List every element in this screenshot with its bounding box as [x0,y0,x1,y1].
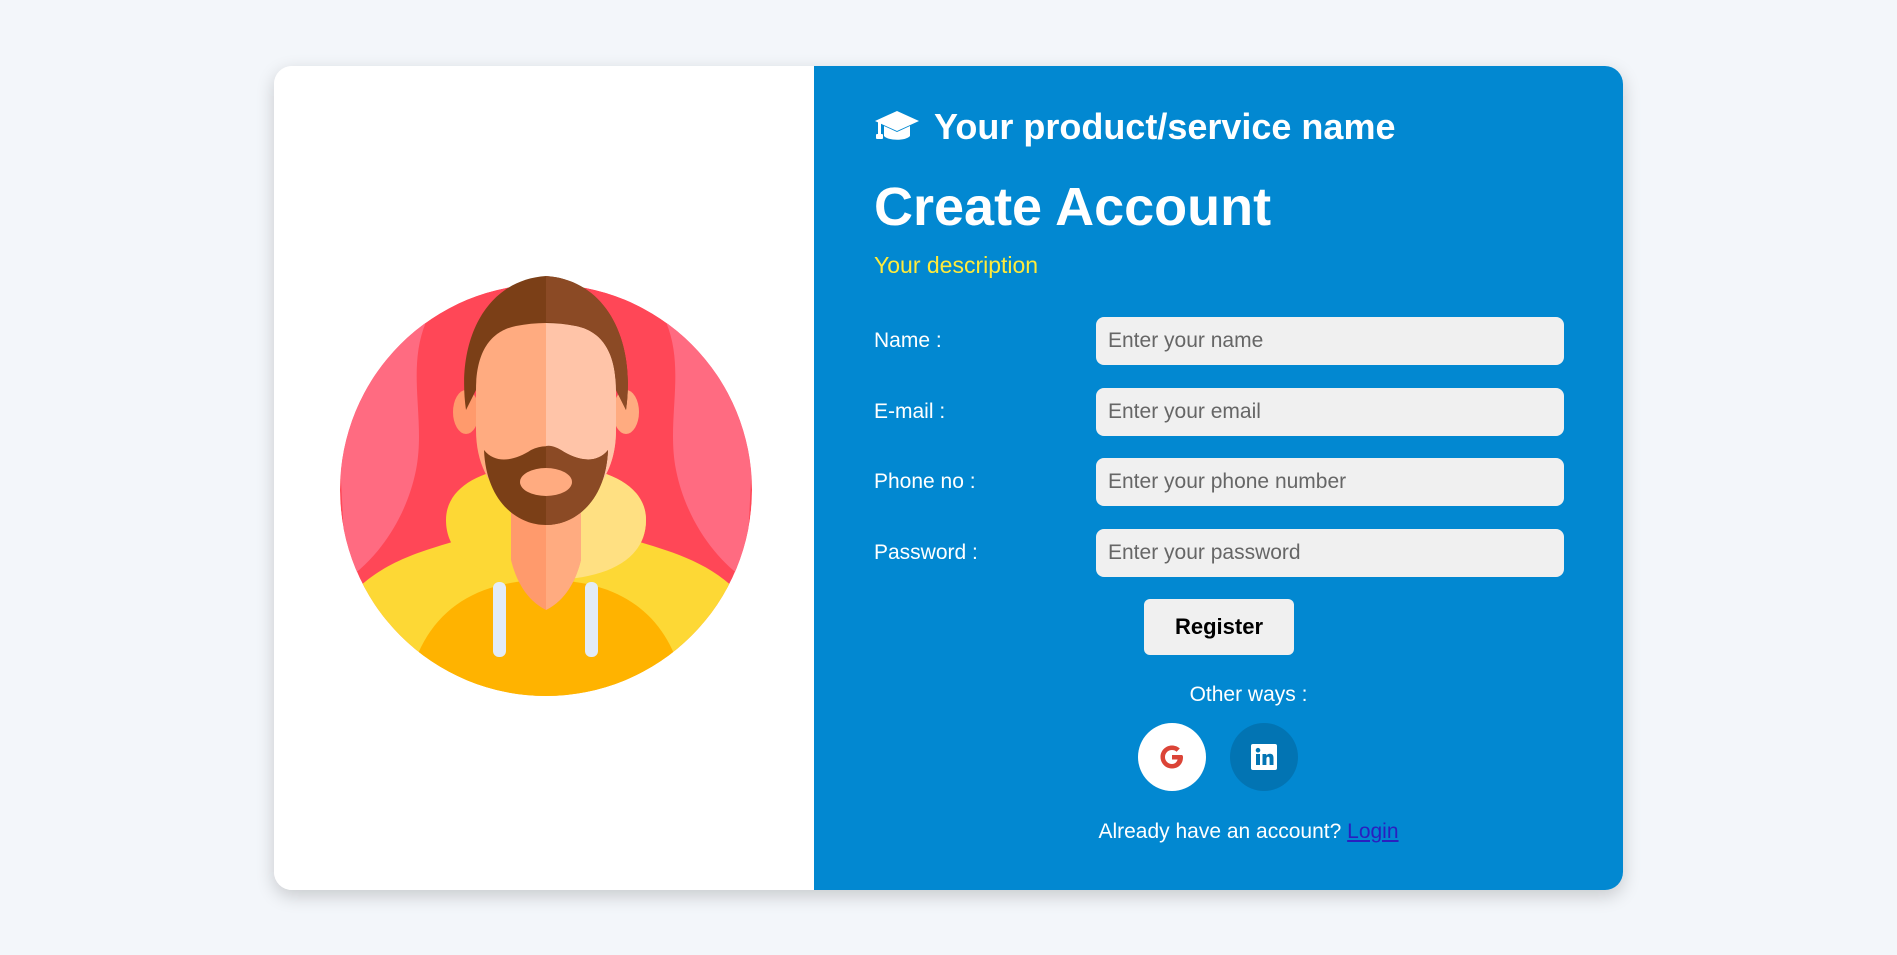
phone-input[interactable] [1096,458,1564,506]
already-account-label: Already have an account? [1098,820,1342,843]
email-row: E-mail : [874,388,1564,436]
login-link[interactable]: Login [1347,820,1398,843]
linkedin-icon [1251,744,1277,770]
already-account-text: Already have an account? Login [814,820,1623,844]
social-login-group [1138,723,1298,791]
illustration-panel [274,66,814,890]
other-ways-label: Other ways : [1189,683,1308,706]
password-row: Password : [874,529,1564,577]
email-input[interactable] [1096,388,1564,436]
google-icon [1160,745,1183,769]
phone-row: Phone no : [874,458,1564,506]
linkedin-login-button[interactable] [1230,723,1298,791]
page-title: Create Account [874,177,1272,237]
page-description: Your description [874,252,1039,278]
form-panel: Your product/service name Create Account… [814,66,1623,890]
register-button[interactable]: Register [1144,599,1294,655]
graduation-cap-icon [875,111,919,140]
password-label: Password : [874,541,978,564]
password-input[interactable] [1096,529,1564,577]
brand-name: Your product/service name [934,106,1396,147]
brand: Your product/service name [874,106,1395,148]
name-label: Name : [874,329,942,352]
email-label: E-mail : [874,400,946,423]
phone-label: Phone no : [874,470,976,493]
name-row: Name : [874,317,1564,365]
name-input[interactable] [1096,317,1564,365]
user-avatar-illustration [340,276,752,696]
google-login-button[interactable] [1138,723,1206,791]
signup-card: Your product/service name Create Account… [274,66,1623,890]
